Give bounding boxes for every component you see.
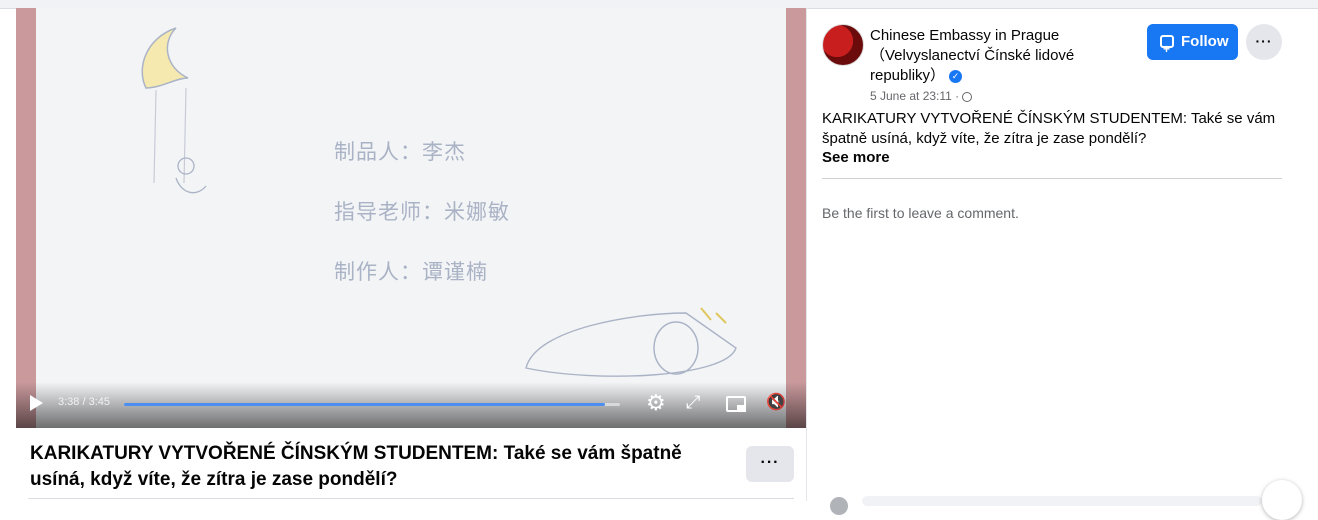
video-time: 3:38 / 3:45 [58,396,110,408]
see-more-link[interactable]: See more [822,149,890,166]
post-text: KARIKATURY VYTVOŘENÉ ČÍNSKÝM STUDENTEM: … [822,110,1276,147]
video-frame: 制品人：李杰 指导老师：米娜敏 制作人：谭谨楠 [36,8,786,428]
video-title: KARIKATURY VYTVOŘENÉ ČÍNSKÝM STUDENTEM: … [30,443,682,490]
video-player[interactable]: 制品人：李杰 指导老师：米娜敏 制作人：谭谨楠 3:38 / 3:45 ⚙ ⤢ … [16,8,806,428]
credit-line: 制作人：谭谨楠 [334,260,488,284]
globe-icon [962,91,973,102]
credit-line: 指导老师：米娜敏 [334,200,510,224]
play-icon[interactable] [30,395,43,411]
post-more-button[interactable]: ··· [1246,24,1282,60]
avatar[interactable] [822,24,864,66]
empty-comments-text: Be the first to leave a comment. [822,205,1019,221]
divider [28,498,794,499]
settings-gear-icon[interactable]: ⚙ [646,390,666,416]
post-date[interactable]: 5 June at 23:11 · [870,89,973,103]
follow-label: Follow [1181,33,1229,50]
credit-line: 制品人：李杰 [334,140,466,164]
panel-divider [806,8,807,501]
page-name-text[interactable]: Chinese Embassy in Prague （Velvyslanectv… [870,27,1074,84]
comment-input[interactable] [862,496,1262,506]
fullscreen-icon[interactable]: ⤢ [686,392,700,413]
commenter-avatar [830,497,848,515]
progress-fill [124,403,606,406]
follow-button[interactable]: Follow [1147,24,1238,67]
progress-bar[interactable] [124,403,620,406]
new-message-button[interactable] [1262,480,1302,520]
video-credits: 制品人：李杰 指导老师：米娜敏 制作人：谭谨楠 [334,136,510,316]
mute-icon[interactable]: 🔇 [766,392,786,412]
post-date-text[interactable]: 5 June at 23:11 · [870,89,959,103]
video-controls: 3:38 / 3:45 ⚙ ⤢ 🔇 [16,382,806,428]
verified-icon: ✓ [949,69,963,83]
divider [822,178,1282,179]
page-name[interactable]: Chinese Embassy in Prague （Velvyslanectv… [870,26,1130,86]
video-more-button[interactable]: ··· [746,446,794,482]
pip-icon[interactable] [726,396,746,412]
follow-icon [1160,31,1174,67]
